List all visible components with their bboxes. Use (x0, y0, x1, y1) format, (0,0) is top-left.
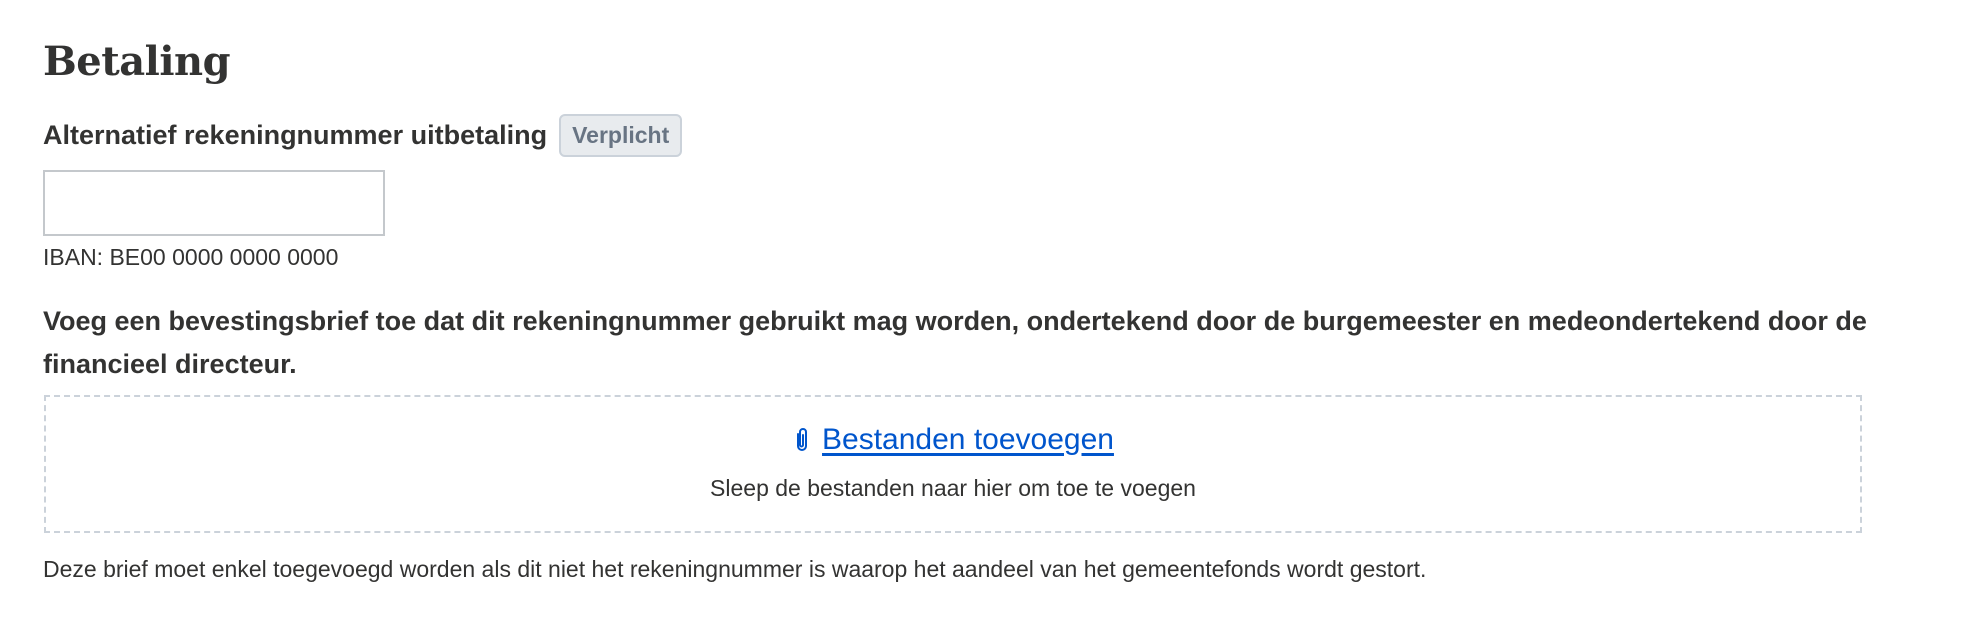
payment-section: Betaling Alternatief rekeningnummer uitb… (0, 0, 1985, 632)
upload-footnote: Deze brief moet enkel toegevoegd worden … (43, 556, 1427, 582)
add-files-link[interactable]: Bestanden toevoegen (822, 423, 1114, 457)
add-files-row: Bestanden toevoegen (46, 423, 1860, 457)
iban-input[interactable] (43, 170, 385, 236)
file-dropzone[interactable]: Bestanden toevoegen Sleep de bestanden n… (44, 395, 1862, 533)
iban-helper-text: IBAN: BE00 0000 0000 0000 (43, 244, 339, 270)
dropzone-hint: Sleep de bestanden naar hier om toe te v… (710, 475, 1196, 501)
field-label: Alternatief rekeningnummer uitbetaling (43, 120, 548, 150)
paperclip-icon (792, 426, 812, 454)
field-label-row: Alternatief rekeningnummer uitbetaling V… (43, 114, 683, 157)
section-title: Betaling (43, 38, 231, 85)
upload-question: Voeg een bevestingsbrief toe dat dit rek… (43, 306, 1867, 379)
required-badge: Verplicht (559, 114, 683, 157)
